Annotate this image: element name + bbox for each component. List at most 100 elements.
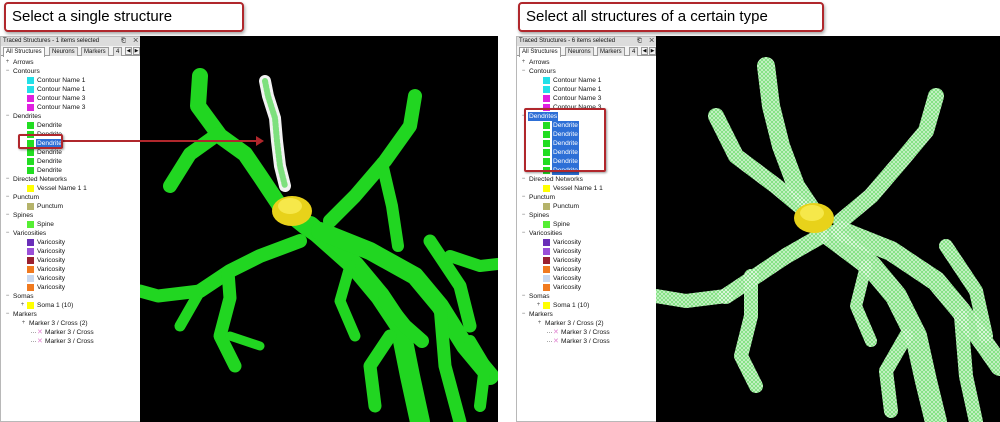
expand-plus-icon[interactable]: + [20, 301, 25, 310]
tree-subgroup[interactable]: + Marker 3 / Cross (2) [1, 319, 143, 328]
tree-item[interactable]: Punctum [517, 202, 659, 211]
selected-item-highlight-box [18, 134, 63, 149]
tree-category[interactable]: − Markers [1, 310, 143, 319]
collapse-minus-icon[interactable]: − [5, 292, 10, 301]
expand-plus-icon[interactable]: + [536, 301, 541, 310]
expand-plus-icon[interactable]: + [21, 319, 26, 328]
tree-category[interactable]: − Markers [517, 310, 659, 319]
tab-scroll-left-icon[interactable]: ◀ [641, 47, 648, 55]
tree-connector [31, 341, 36, 342]
collapse-minus-icon[interactable]: − [521, 292, 526, 301]
color-swatch [27, 203, 34, 210]
color-swatch [543, 239, 550, 246]
tab-markers[interactable]: Markers [597, 47, 625, 56]
3d-view-right[interactable] [656, 36, 1000, 422]
tree-category[interactable]: − Directed Networks [1, 175, 143, 184]
tree-category[interactable]: − Punctum [1, 193, 143, 202]
tree-item-label: Punctum [553, 203, 580, 210]
tree-item[interactable]: Varicosity [517, 274, 659, 283]
cross-marker-icon: ✕ [37, 338, 43, 345]
collapse-minus-icon[interactable]: − [5, 175, 10, 184]
tree-marker-item[interactable]: ✕ Marker 3 / Cross [517, 337, 659, 346]
color-swatch [27, 257, 34, 264]
tree-item[interactable]: Varicosity [1, 283, 143, 292]
tree-item[interactable]: Contour Name 1 [517, 85, 659, 94]
collapse-minus-icon[interactable]: − [521, 193, 526, 202]
collapse-minus-icon[interactable]: − [521, 175, 526, 184]
tree-item[interactable]: Varicosity [517, 265, 659, 274]
tree-item-label: Spine [37, 221, 54, 228]
tree-item[interactable]: Dendrite [1, 166, 143, 175]
tree-item-label: Varicosity [37, 266, 66, 273]
soma-highlight [800, 205, 824, 221]
tree-item[interactable]: Varicosity [517, 256, 659, 265]
tab-more[interactable]: 4 [629, 47, 639, 56]
tree-item[interactable]: Contour Name 1 [517, 76, 659, 85]
collapse-minus-icon[interactable]: − [521, 211, 526, 220]
tree-connector [547, 341, 552, 342]
tree-item[interactable]: Varicosity [1, 256, 143, 265]
collapse-minus-icon[interactable]: − [521, 229, 526, 238]
dendrite-branch [363, 329, 397, 413]
tree-category[interactable]: − Somas [1, 292, 143, 301]
tree-subgroup[interactable]: + Marker 3 / Cross (2) [517, 319, 659, 328]
tree-item-label: Marker 3 / Cross [561, 329, 610, 336]
tree-category[interactable]: − Somas [517, 292, 659, 301]
tree-category[interactable]: − Spines [1, 211, 143, 220]
collapse-minus-icon[interactable]: − [5, 310, 10, 319]
tree-item[interactable]: Spine [517, 220, 659, 229]
collapse-minus-icon[interactable]: − [5, 193, 10, 202]
tree-category[interactable]: − Punctum [517, 193, 659, 202]
window-buttons[interactable]: ⎗ ✕ [637, 37, 657, 46]
expand-plus-icon[interactable]: + [537, 319, 542, 328]
color-swatch [27, 239, 34, 246]
tree-item[interactable]: Varicosity [517, 238, 659, 247]
tree-category[interactable]: − Varicosities [517, 229, 659, 238]
callout-all-of-type: Select all structures of a certain type [518, 2, 824, 32]
tree-item[interactable]: Varicosity [1, 265, 143, 274]
tree-item-label: Varicosity [37, 284, 66, 291]
collapse-minus-icon[interactable]: − [5, 229, 10, 238]
structure-tree: + Arrows − Contours Contour Name 1 Contour Na… [517, 56, 659, 346]
tree-category-label: Arrows [529, 59, 550, 66]
tree-item[interactable]: Soma 1 (10) + [517, 301, 659, 310]
tab-neurons[interactable]: Neurons [565, 47, 594, 56]
cross-marker-icon: ✕ [553, 329, 559, 336]
collapse-minus-icon[interactable]: − [521, 67, 526, 76]
color-swatch [543, 77, 550, 84]
tree-category-label: Spines [529, 212, 550, 219]
tree-category[interactable]: − Directed Networks [517, 175, 659, 184]
tree-marker-item[interactable]: ✕ Marker 3 / Cross [1, 337, 143, 346]
tree-item[interactable]: Soma 1 (10) + [1, 301, 143, 310]
color-swatch [27, 185, 34, 192]
tree-item[interactable]: Vessel Name 1 1 [517, 184, 659, 193]
tree-item[interactable]: Varicosity [517, 283, 659, 292]
tree-item-label: Varicosity [37, 239, 66, 246]
dendrite-branch [193, 234, 307, 298]
color-swatch [27, 284, 34, 291]
tree-item[interactable]: Punctum [1, 202, 143, 211]
tree-item-label: Varicosity [37, 248, 66, 255]
tree-item-label: Spine [553, 221, 570, 228]
tree-item[interactable]: Varicosity [1, 247, 143, 256]
tree-category[interactable]: − Spines [517, 211, 659, 220]
dendrite-branch [444, 250, 498, 272]
cross-marker-icon: ✕ [553, 338, 559, 345]
tree-category[interactable]: − Contours [517, 67, 659, 76]
tree-item[interactable]: Varicosity [1, 238, 143, 247]
tab-scroll-right-icon[interactable]: ▶ [649, 47, 656, 55]
collapse-minus-icon[interactable]: − [5, 211, 10, 220]
tree-item[interactable]: Spine [1, 220, 143, 229]
tree-item[interactable]: Varicosity [517, 247, 659, 256]
collapse-minus-icon[interactable]: − [521, 310, 526, 319]
tree-category[interactable]: − Varicosities [1, 229, 143, 238]
tree-item[interactable]: Contour Name 3 [517, 94, 659, 103]
tree-item[interactable]: Varicosity [1, 274, 143, 283]
tree-category-label: Directed Networks [529, 176, 583, 183]
tree-item[interactable]: Vessel Name 1 1 [1, 184, 143, 193]
tree-marker-item[interactable]: ✕ Marker 3 / Cross [517, 328, 659, 337]
tree-marker-item[interactable]: ✕ Marker 3 / Cross [1, 328, 143, 337]
tree-category[interactable]: + Arrows [517, 58, 659, 67]
expand-plus-icon[interactable]: + [521, 58, 526, 67]
soma-highlight [278, 198, 302, 214]
